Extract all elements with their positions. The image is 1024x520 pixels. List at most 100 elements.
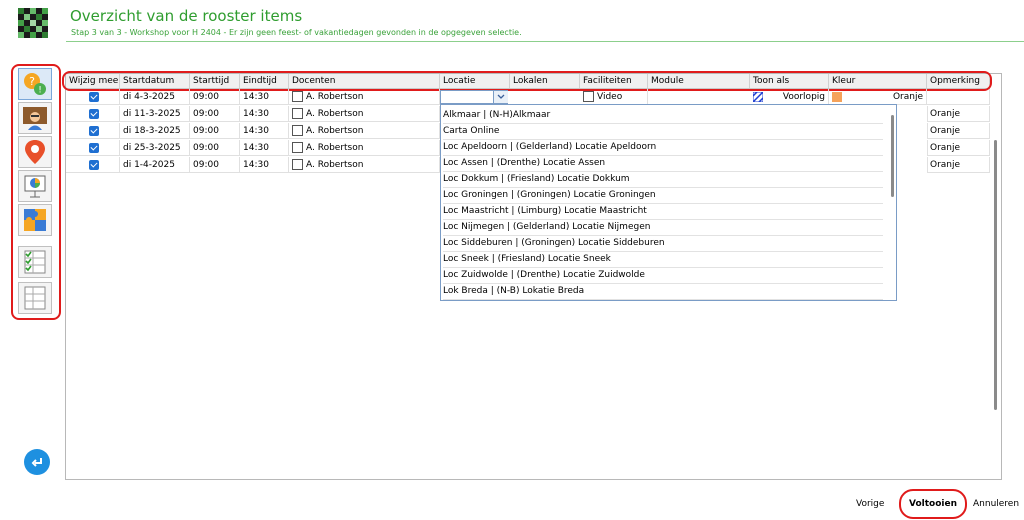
color-cell[interactable]: Oranje <box>927 123 990 139</box>
start-time-cell[interactable]: 09:00 <box>190 89 240 105</box>
location-option[interactable]: Loc Apeldoorn | (Gelderland) Locatie Ape… <box>443 139 883 156</box>
back-arrow-button[interactable] <box>24 449 50 475</box>
back-arrow-icon <box>31 458 42 467</box>
location-option[interactable]: Loc Siddeburen | (Groningen) Locatie Sid… <box>443 235 883 252</box>
change-along-checkbox[interactable] <box>89 142 99 153</box>
teacher-checkbox[interactable] <box>292 159 303 170</box>
change-along-checkbox[interactable] <box>89 125 99 136</box>
color-swatch <box>832 92 842 102</box>
teacher-cell[interactable]: A. Robertson <box>289 89 440 105</box>
change-along-cell[interactable] <box>66 123 120 139</box>
left-toolbar: ? ! <box>14 66 58 316</box>
teacher-cell[interactable]: A. Robertson <box>289 157 440 173</box>
hatched-swatch-icon <box>753 92 763 102</box>
change-along-cell[interactable] <box>66 140 120 156</box>
help-warning-button[interactable]: ? ! <box>18 68 52 100</box>
location-option[interactable]: Loc Zuidwolde | (Drenthe) Locatie Zuidwo… <box>443 267 883 284</box>
end-time-cell[interactable]: 14:30 <box>240 106 289 122</box>
table-row[interactable]: di 4-3-2025 09:00 14:30 A. Robertson Vid… <box>66 89 990 105</box>
color-value: Oranje <box>930 126 961 136</box>
color-value: Oranje <box>930 109 961 119</box>
start-time-cell[interactable]: 09:00 <box>190 123 240 139</box>
color-cell[interactable]: Oranje <box>927 140 990 156</box>
change-along-cell[interactable] <box>66 157 120 173</box>
change-along-checkbox[interactable] <box>89 91 99 102</box>
color-cell[interactable]: Oranje <box>927 157 990 173</box>
facility-name: Video <box>597 92 623 102</box>
teacher-icon <box>23 107 47 130</box>
header-divider <box>66 41 1024 42</box>
teacher-name: A. Robertson <box>306 143 364 153</box>
color-value: Oranje <box>930 160 961 170</box>
location-dropdown-button[interactable] <box>493 91 508 103</box>
location-option[interactable]: Loc Maastricht | (Limburg) Locatie Maast… <box>443 203 883 220</box>
teacher-cell[interactable]: A. Robertson <box>289 106 440 122</box>
svg-text:?: ? <box>29 75 35 88</box>
deselect-all-button[interactable] <box>18 282 52 314</box>
end-time-cell[interactable]: 14:30 <box>240 123 289 139</box>
color-cell[interactable]: Oranje <box>927 106 990 122</box>
date-cell[interactable]: di 11-3-2025 <box>120 106 190 122</box>
location-option[interactable]: Loc Groningen | (Groningen) Locatie Gron… <box>443 187 883 204</box>
teacher-name: A. Robertson <box>306 109 364 119</box>
teacher-name: A. Robertson <box>306 160 364 170</box>
previous-button[interactable]: Vorige <box>856 499 884 509</box>
location-button[interactable] <box>18 136 52 168</box>
grid-scrollbar[interactable] <box>994 140 997 410</box>
change-along-checkbox[interactable] <box>89 108 99 119</box>
color-value: Oranje <box>892 92 923 102</box>
location-option[interactable]: Loc Sneek | (Friesland) Locatie Sneek <box>443 251 883 268</box>
remark-cell[interactable] <box>927 89 990 105</box>
date-cell[interactable]: di 1-4-2025 <box>120 157 190 173</box>
location-option[interactable]: Loc Dokkum | (Friesland) Locatie Dokkum <box>443 171 883 188</box>
location-pin-icon <box>25 140 45 164</box>
teacher-checkbox[interactable] <box>292 91 303 102</box>
help-warning-icon: ? ! <box>24 73 46 96</box>
facilities-button[interactable] <box>18 170 52 202</box>
date-cell[interactable]: di 25-3-2025 <box>120 140 190 156</box>
show-as-cell[interactable]: Voorlopig <box>750 89 829 105</box>
location-option[interactable]: Carta Online <box>443 123 883 140</box>
grid-icon <box>24 286 46 310</box>
date-cell[interactable]: di 4-3-2025 <box>120 89 190 105</box>
puzzle-icon <box>24 209 46 231</box>
location-dropdown-list: Alkmaar | (N-H)Alkmaar Carta Online Loc … <box>440 104 897 301</box>
change-along-cell[interactable] <box>66 89 120 105</box>
end-time-cell[interactable]: 14:30 <box>240 157 289 173</box>
location-option[interactable]: Alkmaar | (N-H)Alkmaar <box>443 107 883 124</box>
start-time-cell[interactable]: 09:00 <box>190 140 240 156</box>
header-highlight <box>62 71 992 91</box>
cancel-button[interactable]: Annuleren <box>973 499 1019 509</box>
teacher-checkbox[interactable] <box>292 125 303 136</box>
finish-button[interactable]: Voltooien <box>909 499 957 509</box>
start-time-cell[interactable]: 09:00 <box>190 106 240 122</box>
chevron-down-icon <box>497 94 505 99</box>
color-value: Oranje <box>930 143 961 153</box>
facility-checkbox[interactable] <box>583 91 594 102</box>
location-option[interactable]: Loc Assen | (Drenthe) Locatie Assen <box>443 155 883 172</box>
page-subtitle: Stap 3 van 3 - Workshop voor H 2404 - Er… <box>71 28 522 37</box>
checklist-icon <box>24 250 46 274</box>
teacher-button[interactable] <box>18 102 52 134</box>
end-time-cell[interactable]: 14:30 <box>240 89 289 105</box>
module-button[interactable] <box>18 204 52 236</box>
end-time-cell[interactable]: 14:30 <box>240 140 289 156</box>
presentation-icon <box>24 175 46 198</box>
teacher-name: A. Robertson <box>306 92 364 102</box>
change-along-checkbox[interactable] <box>89 159 99 170</box>
teacher-cell[interactable]: A. Robertson <box>289 123 440 139</box>
date-cell[interactable]: di 18-3-2025 <box>120 123 190 139</box>
app-logo <box>18 8 48 38</box>
teacher-checkbox[interactable] <box>292 108 303 119</box>
facility-cell[interactable]: Video <box>580 89 648 105</box>
start-time-cell[interactable]: 09:00 <box>190 157 240 173</box>
change-along-cell[interactable] <box>66 106 120 122</box>
teacher-cell[interactable]: A. Robertson <box>289 140 440 156</box>
dropdown-scrollbar[interactable] <box>891 115 894 197</box>
color-cell[interactable]: Oranje <box>829 89 927 105</box>
svg-text:!: ! <box>38 86 42 96</box>
select-all-button[interactable] <box>18 246 52 278</box>
teacher-checkbox[interactable] <box>292 142 303 153</box>
location-option[interactable]: Lok Breda | (N-B) Lokatie Breda <box>443 283 883 300</box>
location-option[interactable]: Loc Nijmegen | (Gelderland) Locatie Nijm… <box>443 219 883 236</box>
